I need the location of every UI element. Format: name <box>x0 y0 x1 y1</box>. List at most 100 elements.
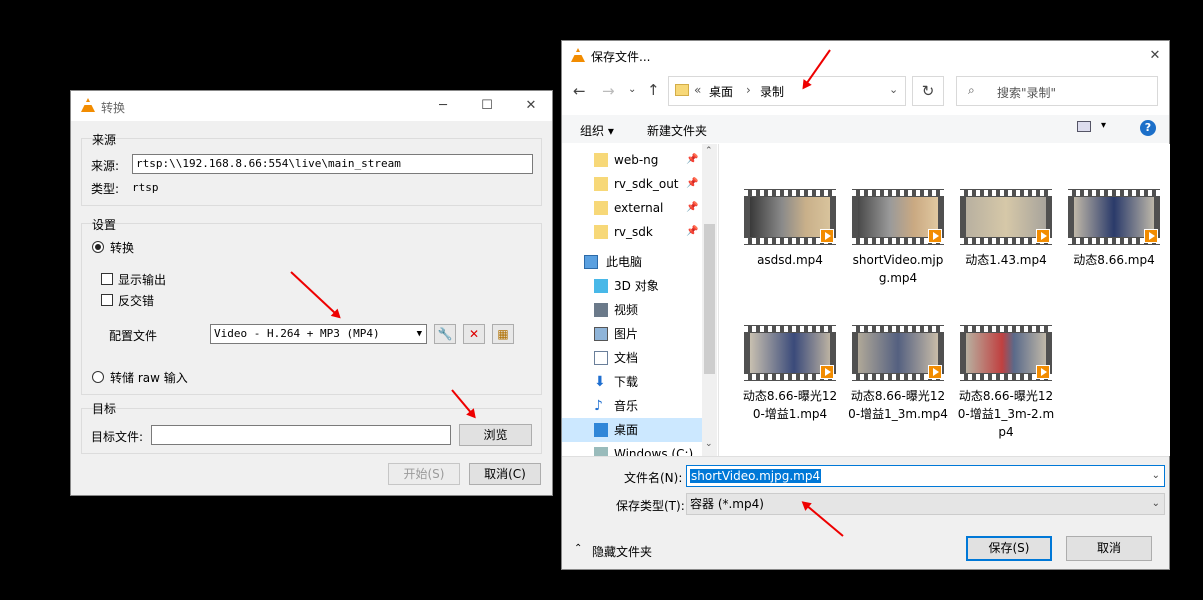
browse-button[interactable]: 浏览 <box>459 424 532 446</box>
show-output-label: 显示输出 <box>118 273 167 287</box>
dropdown-arrow-icon: ▼ <box>416 329 422 339</box>
nav-item-3d-objects[interactable]: 3D 对象 <box>562 274 702 298</box>
nav-scrollbar[interactable]: ⌃ ⌄ <box>702 144 717 456</box>
up-arrow-icon[interactable]: ↑ <box>647 81 660 99</box>
nav-item-downloads[interactable]: ⬇ 下载 <box>562 370 702 394</box>
delete-profile-icon[interactable]: ✕ <box>463 324 485 344</box>
folder-icon <box>675 84 689 96</box>
refresh-icon[interactable]: ↻ <box>912 76 944 106</box>
nav-item-rv-sdk[interactable]: rv_sdk 📌 <box>562 220 702 244</box>
nav-item-videos[interactable]: 视频 <box>562 298 702 322</box>
file-item[interactable]: shortVideo.mjpg.mp4 <box>848 189 948 287</box>
type-value: rtsp <box>132 181 159 194</box>
nav-item-drive-c[interactable]: Windows (C:) <box>562 442 702 456</box>
pin-icon: 📌 <box>686 154 699 165</box>
breadcrumb-separator-icon: › <box>746 83 751 97</box>
breadcrumb-desktop[interactable]: 桌面 <box>709 83 733 100</box>
save-close-button[interactable]: ✕ <box>1133 41 1177 71</box>
convert-title: 转换 <box>101 101 126 115</box>
video-thumbnail-icon <box>744 189 836 245</box>
source-field[interactable]: rtsp:\\192.168.8.66:554\live\main_stream <box>132 154 533 174</box>
file-item[interactable]: 动态8.66-曝光120-增益1_3m.mp4 <box>848 325 948 423</box>
filename-dropdown-icon[interactable]: ⌄ <box>1152 467 1160 485</box>
video-thumbnail-icon <box>852 189 944 245</box>
convert-titlebar: 转换 ─ ☐ ✕ <box>71 91 552 121</box>
save-cancel-button[interactable]: 取消 <box>1066 536 1152 561</box>
nav-item-documents[interactable]: 文档 <box>562 346 702 370</box>
nav-item-label: Windows (C:) <box>614 447 694 456</box>
settings-group-label: 设置 <box>92 218 117 232</box>
nav-item-this-pc[interactable]: 此电脑 <box>562 250 702 274</box>
nav-item-label: rv_sdk_out <box>614 177 679 191</box>
file-item[interactable]: 动态8.66-曝光120-增益1_3m-2.mp4 <box>956 325 1056 441</box>
view-icon[interactable] <box>1077 121 1091 132</box>
hide-folders-button[interactable]: 隐藏文件夹 <box>592 543 652 560</box>
scroll-down-icon[interactable]: ⌄ <box>705 439 713 449</box>
folder-icon <box>594 153 608 167</box>
video-thumbnail-icon <box>960 325 1052 381</box>
music-icon: ♪ <box>594 398 603 414</box>
command-bar: 组织 ▾ 新建文件夹 ▾ ? <box>562 115 1169 143</box>
dest-file-field[interactable] <box>151 425 451 445</box>
deinterlace-checkbox[interactable] <box>101 294 113 306</box>
profile-select[interactable]: Video - H.264 + MP3 (MP4) ▼ <box>210 324 427 344</box>
nav-item-label: 文档 <box>614 351 639 365</box>
nav-item-external[interactable]: external 📌 <box>562 196 702 220</box>
save-button[interactable]: 保存(S) <box>966 536 1052 561</box>
start-button[interactable]: 开始(S) <box>388 463 460 485</box>
new-profile-icon[interactable]: ▦ <box>492 324 514 344</box>
profile-label: 配置文件 <box>109 329 158 343</box>
nav-item-label: 下载 <box>614 375 639 389</box>
profile-select-value: Video - H.264 + MP3 (MP4) <box>214 327 380 340</box>
vlc-icon <box>81 98 95 112</box>
nav-item-web-ng[interactable]: web-ng 📌 <box>562 148 702 172</box>
hide-folders-chevron-icon[interactable]: ⌃ <box>574 543 582 554</box>
address-dropdown-icon[interactable]: ⌄ <box>889 83 898 96</box>
convert-radio-label: 转换 <box>110 241 135 255</box>
recent-chevron-icon[interactable]: ⌄ <box>628 84 636 95</box>
maximize-button[interactable]: ☐ <box>465 91 509 121</box>
nav-item-label: 桌面 <box>614 423 639 437</box>
convert-radio[interactable] <box>92 241 104 253</box>
scroll-thumb[interactable] <box>704 224 715 374</box>
breadcrumb-record[interactable]: 录制 <box>760 83 784 100</box>
file-name: 动态8.66-曝光120-增益1.mp4 <box>742 389 838 421</box>
scroll-up-icon[interactable]: ⌃ <box>705 146 713 156</box>
address-bar[interactable]: « 桌面 › 录制 ⌄ <box>668 76 906 106</box>
file-item[interactable]: 动态1.43.mp4 <box>956 189 1056 269</box>
file-item[interactable]: asdsd.mp4 <box>740 189 840 269</box>
navigation-pane: web-ng 📌 rv_sdk_out 📌 external 📌 rv_sdk … <box>562 144 718 456</box>
picture-icon <box>594 327 608 341</box>
minimize-button[interactable]: ─ <box>421 91 465 121</box>
dump-raw-radio[interactable] <box>92 371 104 383</box>
search-box[interactable]: ⌕ 搜索"录制" <box>956 76 1158 106</box>
filename-field[interactable]: shortVideo.mjpg.mp4 ⌄ <box>686 465 1165 487</box>
help-icon[interactable]: ? <box>1140 120 1156 136</box>
organize-button[interactable]: 组织 ▾ <box>580 122 614 139</box>
breadcrumb-prefix: « <box>694 83 702 97</box>
close-button[interactable]: ✕ <box>509 91 553 121</box>
nav-item-desktop[interactable]: 桌面 <box>562 418 702 442</box>
nav-item-label: 3D 对象 <box>614 279 659 293</box>
show-output-checkbox[interactable] <box>101 273 113 285</box>
cancel-button[interactable]: 取消(C) <box>469 463 541 485</box>
nav-item-label: 此电脑 <box>606 255 643 269</box>
nav-item-music[interactable]: ♪ 音乐 <box>562 394 702 418</box>
edit-profile-wrench-icon[interactable]: 🔧 <box>434 324 456 344</box>
pin-icon: 📌 <box>686 226 699 237</box>
filetype-value: 容器 (*.mp4) <box>690 497 764 511</box>
desktop-icon <box>594 423 608 437</box>
file-item[interactable]: 动态8.66.mp4 <box>1064 189 1164 269</box>
nav-item-pictures[interactable]: 图片 <box>562 322 702 346</box>
forward-arrow-icon[interactable]: → <box>602 82 615 100</box>
folder-icon <box>594 225 608 239</box>
filetype-select[interactable]: 容器 (*.mp4) ⌄ <box>686 493 1165 515</box>
file-item[interactable]: 动态8.66-曝光120-增益1.mp4 <box>740 325 840 423</box>
vlc-icon <box>571 48 585 62</box>
view-dropdown-icon[interactable]: ▾ <box>1101 120 1106 131</box>
pin-icon: 📌 <box>686 202 699 213</box>
new-folder-button[interactable]: 新建文件夹 <box>647 122 707 139</box>
nav-item-rv-sdk-out[interactable]: rv_sdk_out 📌 <box>562 172 702 196</box>
back-arrow-icon[interactable]: ← <box>573 82 586 100</box>
computer-icon <box>584 255 598 269</box>
